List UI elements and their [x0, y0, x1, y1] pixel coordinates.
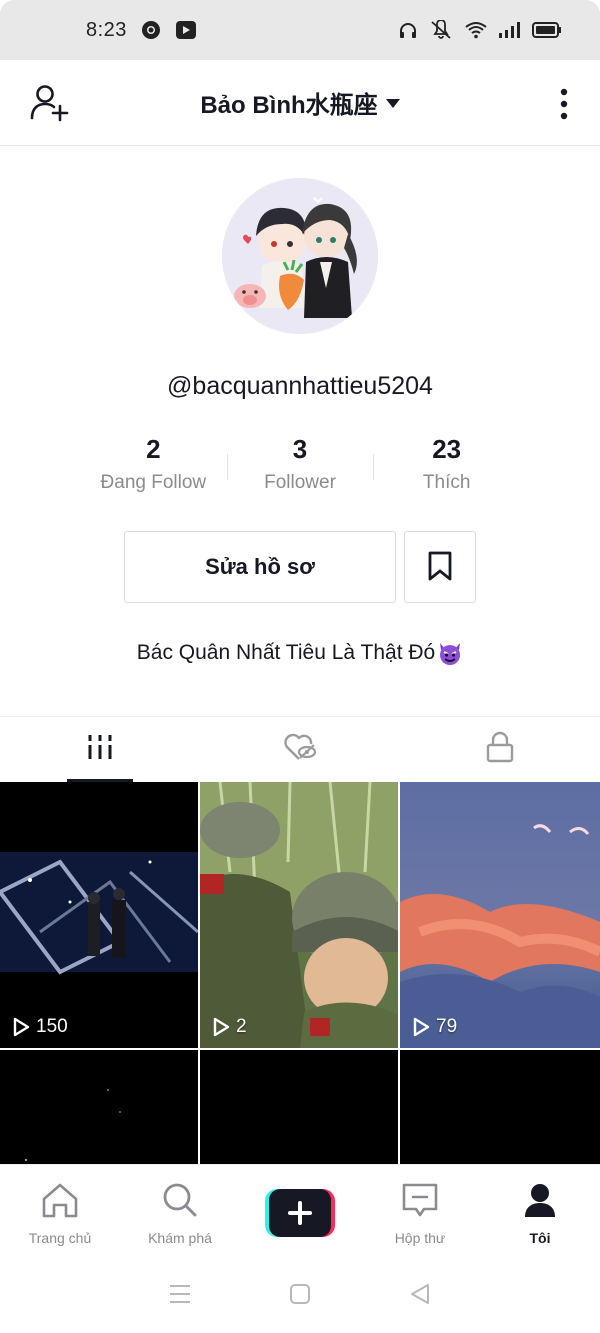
video-thumbnail[interactable] — [0, 1050, 198, 1164]
bookmark-icon — [426, 550, 454, 585]
signal-icon — [498, 21, 522, 39]
stat-followers[interactable]: 3 Follower — [226, 434, 374, 500]
search-icon — [160, 1181, 200, 1224]
video-thumbnail[interactable]: 79 — [400, 782, 600, 1048]
account-name: Bảo Bình水瓶座 — [200, 92, 378, 119]
status-left: 8:23 — [86, 19, 197, 42]
media-icon — [175, 20, 197, 40]
bookmark-button[interactable] — [404, 531, 476, 603]
video-thumbnail-image — [0, 1050, 198, 1164]
avatar-illustration — [222, 178, 378, 334]
video-thumbnail[interactable]: 150 — [0, 782, 198, 1048]
tab-liked[interactable] — [200, 717, 400, 782]
stat-following[interactable]: 2 Đang Follow — [80, 434, 227, 500]
bottom-nav: Trang chủ Khám phá Hộp thư Tôi — [0, 1164, 600, 1260]
home-icon — [40, 1181, 80, 1224]
chrome-icon — [141, 20, 161, 40]
view-count: 150 — [12, 1016, 68, 1038]
bio: Bác Quân Nhất Tiêu Là Thật Đó — [0, 640, 600, 666]
nav-discover-label: Khám phá — [148, 1230, 212, 1246]
liked-hidden-icon — [283, 732, 317, 767]
username: @bacquannhattieu5204 — [167, 372, 433, 400]
headphones-icon — [398, 21, 418, 39]
back-icon[interactable] — [408, 1282, 432, 1311]
following-label: Đang Follow — [100, 472, 207, 493]
bio-text: Bác Quân Nhất Tiêu Là Thật Đó — [136, 641, 436, 664]
nav-inbox[interactable]: Hộp thư — [360, 1165, 480, 1260]
video-grid: 150 2 79 — [0, 782, 600, 1164]
profile-tabs — [0, 716, 600, 782]
view-count-text: 150 — [36, 1016, 68, 1037]
video-thumbnail[interactable]: 2 — [200, 782, 398, 1048]
nav-discover[interactable]: Khám phá — [120, 1165, 240, 1260]
video-thumbnail-image — [0, 782, 198, 1048]
profile-header: Bảo Bình水瓶座 — [0, 60, 600, 146]
inbox-icon — [400, 1181, 440, 1224]
play-icon — [13, 1017, 30, 1037]
video-thumbnail-image — [400, 782, 600, 1048]
more-vertical-icon[interactable] — [552, 82, 576, 126]
account-switcher[interactable]: Bảo Bình水瓶座 — [200, 85, 400, 120]
nav-profile-label: Tôi — [529, 1230, 551, 1246]
create-icon — [265, 1189, 335, 1237]
likes-label: Thích — [422, 472, 471, 493]
play-icon — [413, 1017, 430, 1037]
chevron-down-icon — [385, 99, 400, 108]
profile-stats: 2 Đang Follow 3 Follower 23 Thích — [80, 434, 520, 500]
profile-icon — [520, 1181, 560, 1224]
add-user-icon[interactable] — [28, 82, 72, 126]
nav-inbox-label: Hộp thư — [394, 1230, 446, 1246]
nav-home[interactable]: Trang chủ — [0, 1165, 120, 1260]
lock-icon — [485, 731, 515, 768]
edit-profile-button[interactable]: Sửa hồ sơ — [124, 531, 396, 603]
tab-videos[interactable] — [0, 717, 200, 782]
status-right — [398, 20, 562, 40]
system-nav — [0, 1260, 600, 1333]
status-time: 8:23 — [86, 18, 127, 41]
followers-label: Follower — [264, 472, 336, 493]
devil-emoji-icon — [437, 640, 463, 666]
home-square-icon[interactable] — [288, 1282, 312, 1311]
tab-private[interactable] — [400, 717, 600, 782]
nav-profile[interactable]: Tôi — [480, 1165, 600, 1260]
following-count: 2 — [146, 434, 161, 464]
view-count: 79 — [412, 1016, 457, 1038]
menu-icon[interactable] — [168, 1283, 192, 1310]
play-icon — [213, 1017, 230, 1037]
view-count-text: 2 — [236, 1016, 247, 1037]
grid-icon — [86, 733, 114, 766]
nav-home-label: Trang chủ — [28, 1230, 92, 1246]
wifi-icon — [464, 21, 488, 39]
video-thumbnail[interactable] — [200, 1050, 398, 1164]
video-thumbnail-image — [200, 782, 398, 1048]
muted-icon — [428, 20, 454, 40]
video-thumbnail[interactable] — [400, 1050, 600, 1164]
view-count: 2 — [212, 1016, 247, 1038]
followers-count: 3 — [292, 434, 308, 464]
battery-icon — [532, 21, 562, 39]
likes-count: 23 — [432, 434, 462, 464]
status-bar: 8:23 — [0, 0, 600, 60]
stat-likes[interactable]: 23 Thích — [373, 434, 520, 500]
view-count-text: 79 — [436, 1016, 458, 1037]
nav-create[interactable] — [240, 1165, 360, 1260]
avatar[interactable] — [222, 178, 378, 334]
